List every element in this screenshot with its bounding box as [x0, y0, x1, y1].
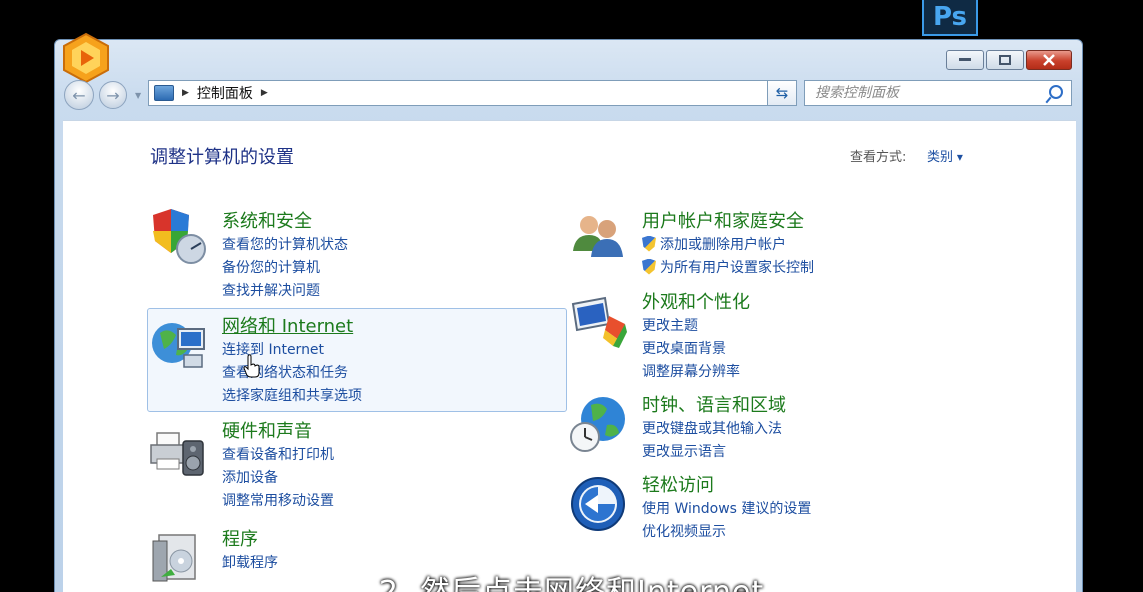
- breadcrumb-control-panel[interactable]: 控制面板: [197, 83, 253, 103]
- category-hardware-sound: 硬件和声音 查看设备和打印机 添加设备 调整常用移动设置: [149, 417, 569, 509]
- forward-button[interactable]: →: [99, 81, 127, 109]
- category-title[interactable]: 系统和安全: [222, 207, 312, 233]
- view-by-label: 查看方式:: [850, 150, 907, 165]
- link-find-fix-problems[interactable]: 查找并解决问题: [222, 278, 348, 301]
- category-title[interactable]: 轻松访问: [642, 471, 714, 497]
- minimize-button[interactable]: [946, 50, 984, 70]
- link-add-device[interactable]: 添加设备: [222, 465, 334, 488]
- window-controls: [946, 50, 1072, 70]
- channel-logo-icon: [63, 32, 109, 84]
- category-title[interactable]: 硬件和声音: [222, 417, 312, 443]
- link-add-remove-accounts[interactable]: 添加或删除用户帐户: [642, 232, 814, 255]
- link-homegroup-sharing[interactable]: 选择家庭组和共享选项: [222, 383, 362, 406]
- recent-pages-dropdown[interactable]: ▼: [135, 91, 141, 100]
- address-bar[interactable]: ▶ 控制面板 ▶ ▼: [148, 80, 797, 106]
- back-button[interactable]: ←: [64, 80, 94, 110]
- link-backup-computer[interactable]: 备份您的计算机: [222, 255, 348, 278]
- link-label: 为所有用户设置家长控制: [660, 259, 814, 276]
- link-optimize-video-display[interactable]: 优化视频显示: [642, 519, 811, 542]
- category-user-accounts: 用户帐户和家庭安全 添加或删除用户帐户 为所有用户设置家长控制: [569, 207, 1009, 277]
- maximize-icon: [999, 55, 1011, 65]
- back-arrow-icon: ←: [72, 85, 86, 105]
- category-clock-language: 时钟、语言和区域 更改键盘或其他输入法 更改显示语言: [569, 391, 1009, 461]
- category-title[interactable]: 外观和个性化: [642, 288, 750, 314]
- close-button[interactable]: [1026, 50, 1072, 70]
- category-title[interactable]: 用户帐户和家庭安全: [642, 207, 804, 233]
- refresh-button[interactable]: ⇆: [767, 80, 797, 106]
- breadcrumb-arrow-icon[interactable]: ▶: [182, 88, 189, 98]
- network-globe-icon: [152, 323, 205, 368]
- uac-shield-icon: [642, 235, 656, 252]
- close-icon: [1043, 54, 1055, 66]
- link-change-theme[interactable]: 更改主题: [642, 313, 740, 336]
- photoshop-taskbar-icon[interactable]: Ps: [922, 0, 978, 36]
- ease-of-access-icon: [571, 477, 625, 531]
- category-system-security: 系统和安全 查看您的计算机状态 备份您的计算机 查找并解决问题: [149, 207, 569, 299]
- monitor-paint-icon: [571, 296, 627, 348]
- search-input[interactable]: [805, 81, 1035, 105]
- refresh-icon: ⇆: [775, 84, 789, 102]
- maximize-button[interactable]: [986, 50, 1024, 70]
- users-icon: [573, 216, 623, 257]
- video-caption: 2. 然后点击网络和Internet: [0, 567, 1143, 592]
- link-screen-resolution[interactable]: 调整屏幕分辨率: [642, 359, 740, 382]
- category-title[interactable]: 网络和 Internet: [222, 312, 353, 338]
- search-box[interactable]: [804, 80, 1072, 106]
- category-network-internet[interactable]: 网络和 Internet 连接到 Internet 查看网络状态和任务 选择家庭…: [147, 308, 567, 412]
- printer-speaker-icon: [150, 432, 204, 476]
- uac-shield-icon: [642, 258, 656, 275]
- category-title[interactable]: 时钟、语言和区域: [642, 391, 786, 417]
- link-windows-recommended-settings[interactable]: 使用 Windows 建议的设置: [642, 496, 811, 519]
- shield-security-icon: [153, 209, 206, 264]
- link-label: 添加或删除用户帐户: [660, 236, 786, 253]
- content-area: 调整计算机的设置 查看方式: 类别 系统和安全 查看您的计算机状态 备份您的计算…: [63, 120, 1076, 592]
- control-panel-window: ← → ▼ ▶ 控制面板 ▶ ▼ ⇆ 调整计算机的设置 查看方式: 类别 系统和…: [54, 32, 1083, 592]
- clock-globe-icon: [570, 397, 625, 452]
- link-parental-controls[interactable]: 为所有用户设置家长控制: [642, 255, 814, 278]
- link-change-display-language[interactable]: 更改显示语言: [642, 439, 782, 462]
- link-view-computer-status[interactable]: 查看您的计算机状态: [222, 232, 348, 255]
- category-ease-of-access: 轻松访问 使用 Windows 建议的设置 优化视频显示: [569, 471, 1009, 541]
- category-title[interactable]: 程序: [222, 525, 258, 551]
- link-mobility-settings[interactable]: 调整常用移动设置: [222, 488, 334, 511]
- minimize-icon: [959, 58, 971, 61]
- link-devices-printers[interactable]: 查看设备和打印机: [222, 442, 334, 465]
- hand-cursor-icon: [243, 354, 260, 378]
- category-appearance: 外观和个性化 更改主题 更改桌面背景 调整屏幕分辨率: [569, 288, 1009, 380]
- view-by-dropdown[interactable]: 类别: [927, 146, 963, 165]
- page-title: 调整计算机的设置: [150, 147, 294, 168]
- search-icon[interactable]: [1049, 85, 1063, 99]
- forward-arrow-icon: →: [106, 85, 120, 105]
- control-panel-icon: [154, 85, 174, 101]
- breadcrumb-arrow-icon[interactable]: ▶: [261, 88, 268, 98]
- link-change-input-method[interactable]: 更改键盘或其他输入法: [642, 416, 782, 439]
- link-change-background[interactable]: 更改桌面背景: [642, 336, 740, 359]
